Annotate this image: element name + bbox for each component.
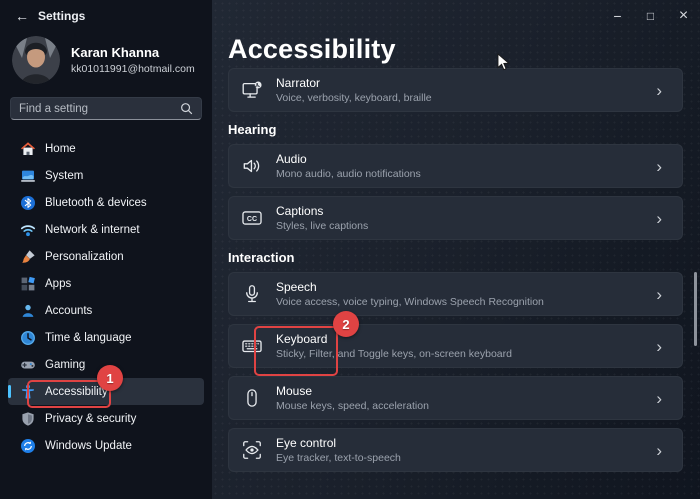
sidebar-item-home[interactable]: Home — [8, 135, 204, 162]
card-subtitle: Mouse keys, speed, acceleration — [276, 400, 429, 412]
sidebar-item-privacy-security[interactable]: Privacy & security — [8, 405, 204, 432]
bluetooth-icon — [20, 195, 36, 211]
section-header-hearing: Hearing — [228, 122, 700, 138]
sidebar-item-apps[interactable]: Apps — [8, 270, 204, 297]
sidebar-item-label: Apps — [45, 278, 71, 290]
narrator-icon — [241, 79, 263, 101]
user-profile[interactable]: Karan Khanna kk01011991@hotmail.com — [12, 36, 195, 84]
audio-icon — [241, 155, 263, 177]
sidebar-item-windows-update[interactable]: Windows Update — [8, 432, 204, 459]
gaming-icon — [20, 357, 36, 373]
search-icon — [180, 102, 193, 115]
back-button[interactable]: ← — [10, 5, 34, 27]
card-eye-control[interactable]: Eye control Eye tracker, text-to-speech … — [228, 428, 683, 472]
sidebar-item-accounts[interactable]: Accounts — [8, 297, 204, 324]
sidebar-item-label: Gaming — [45, 359, 85, 371]
main-content: Accessibility Narrator Voice, verbosity,… — [212, 0, 700, 499]
page-title: Accessibility — [228, 34, 700, 68]
app-title: Settings — [38, 9, 85, 23]
settings-window: ← Settings − □ × — [0, 0, 700, 499]
sidebar-item-label: Home — [45, 143, 76, 155]
card-subtitle: Styles, live captions — [276, 220, 368, 232]
card-subtitle: Voice access, voice typing, Windows Spee… — [276, 296, 544, 308]
chevron-right-icon: › — [656, 286, 670, 303]
maximize-button[interactable]: □ — [634, 0, 667, 32]
sidebar-item-bluetooth-devices[interactable]: Bluetooth & devices — [8, 189, 204, 216]
card-subtitle: Mono audio, audio notifications — [276, 168, 421, 180]
user-name: Karan Khanna — [71, 45, 195, 60]
eye-control-icon — [241, 439, 263, 461]
sidebar-item-label: Accessibility — [45, 386, 108, 398]
sidebar-item-label: Network & internet — [45, 224, 140, 236]
card-title: Mouse — [276, 384, 429, 398]
mouse-icon — [241, 387, 263, 409]
search-input[interactable] — [19, 103, 180, 115]
scrollbar-thumb[interactable] — [694, 272, 697, 346]
user-email: kk01011991@hotmail.com — [71, 63, 195, 75]
minimize-button[interactable]: − — [601, 0, 634, 32]
sidebar-item-personalization[interactable]: Personalization — [8, 243, 204, 270]
svg-text:CC: CC — [247, 216, 257, 223]
card-title: Audio — [276, 152, 421, 166]
time-language-icon — [20, 330, 36, 346]
sidebar-nav: Home System Bluetooth & devices Network … — [8, 135, 204, 459]
avatar — [12, 36, 60, 84]
sidebar-item-accessibility[interactable]: Accessibility — [8, 378, 204, 405]
network-icon — [20, 222, 36, 238]
search-box — [10, 97, 202, 120]
card-title: Narrator — [276, 76, 432, 90]
card-speech[interactable]: Speech Voice access, voice typing, Windo… — [228, 272, 683, 316]
card-audio[interactable]: Audio Mono audio, audio notifications › — [228, 144, 683, 188]
card-title: Eye control — [276, 436, 401, 450]
windows-update-icon — [20, 438, 36, 454]
home-icon — [20, 141, 36, 157]
sidebar: Karan Khanna kk01011991@hotmail.com Home — [0, 32, 212, 499]
card-keyboard[interactable]: Keyboard Sticky, Filter, and Toggle keys… — [228, 324, 683, 368]
card-subtitle: Eye tracker, text-to-speech — [276, 452, 401, 464]
titlebar: ← Settings − □ × — [0, 0, 700, 32]
card-captions[interactable]: CC Captions Styles, live captions › — [228, 196, 683, 240]
window-controls: − □ × — [601, 0, 700, 32]
sidebar-item-label: Personalization — [45, 251, 124, 263]
card-title: Keyboard — [276, 332, 512, 346]
sidebar-item-network-internet[interactable]: Network & internet — [8, 216, 204, 243]
card-title: Speech — [276, 280, 544, 294]
card-subtitle: Sticky, Filter, and Toggle keys, on-scre… — [276, 348, 512, 360]
sidebar-item-label: Windows Update — [45, 440, 132, 452]
sidebar-item-label: Bluetooth & devices — [45, 197, 147, 209]
sidebar-item-label: Time & language — [45, 332, 132, 344]
sidebar-item-gaming[interactable]: Gaming — [8, 351, 204, 378]
captions-icon: CC — [241, 207, 263, 229]
sidebar-item-time-language[interactable]: Time & language — [8, 324, 204, 351]
keyboard-icon — [241, 335, 263, 357]
card-title: Captions — [276, 204, 368, 218]
accessibility-icon — [20, 384, 36, 400]
card-mouse[interactable]: Mouse Mouse keys, speed, acceleration › — [228, 376, 683, 420]
apps-icon — [20, 276, 36, 292]
chevron-right-icon: › — [656, 338, 670, 355]
sidebar-item-label: Privacy & security — [45, 413, 136, 425]
system-icon — [20, 168, 36, 184]
chevron-right-icon: › — [656, 158, 670, 175]
close-button[interactable]: × — [667, 0, 700, 32]
chevron-right-icon: › — [656, 82, 670, 99]
chevron-right-icon: › — [656, 390, 670, 407]
card-narrator[interactable]: Narrator Voice, verbosity, keyboard, bra… — [228, 68, 683, 112]
sidebar-item-system[interactable]: System — [8, 162, 204, 189]
speech-icon — [241, 283, 263, 305]
personalization-icon — [20, 249, 36, 265]
sidebar-item-label: Accounts — [45, 305, 92, 317]
card-subtitle: Voice, verbosity, keyboard, braille — [276, 92, 432, 104]
sidebar-item-label: System — [45, 170, 83, 182]
section-header-interaction: Interaction — [228, 250, 700, 266]
privacy-icon — [20, 411, 36, 427]
chevron-right-icon: › — [656, 442, 670, 459]
accounts-icon — [20, 303, 36, 319]
chevron-right-icon: › — [656, 210, 670, 227]
